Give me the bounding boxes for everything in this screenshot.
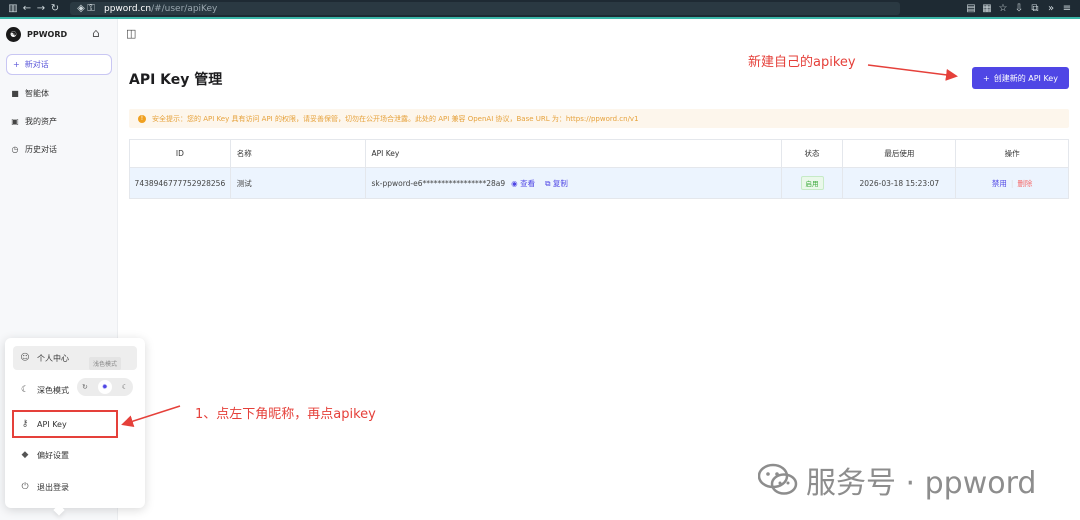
logo-icon: ☯ — [6, 26, 21, 42]
home-icon[interactable]: ⌂ — [92, 26, 100, 40]
star-icon[interactable]: ☆ — [996, 0, 1010, 17]
warning-icon: ! — [138, 114, 146, 123]
column-header-actions: 操作 — [1004, 149, 1020, 158]
action-divider: | — [1010, 178, 1014, 188]
status-badge: 启用 — [800, 176, 824, 190]
moon-small-icon[interactable]: ☾ — [122, 383, 128, 391]
create-button-label: 创建新的 API Key — [993, 73, 1058, 83]
copy-icon: ⧉ — [545, 178, 553, 188]
api-key-table: ID 名称 API Key 状态 最后使用 操作 743894677775292… — [129, 139, 1069, 199]
sidebar-toggle-icon[interactable]: ▥ — [6, 0, 20, 17]
sun-icon[interactable]: ✹ — [97, 380, 112, 394]
new-chat-button[interactable]: + 新对话 — [6, 54, 112, 75]
cell-id: 7438946777752928256 — [130, 168, 231, 198]
column-header-api-key: API Key — [366, 140, 782, 167]
sidebar-item-history[interactable]: ◷ 历史对话 — [10, 142, 110, 156]
moon-icon: ☾ — [20, 385, 30, 395]
reload-icon[interactable]: ↻ — [48, 0, 62, 17]
watermark: 服务号 · ppword — [758, 458, 1036, 502]
disable-button[interactable]: 禁用 — [992, 178, 1007, 189]
asset-icon: ▣ — [11, 116, 19, 126]
annotation-highlight-box — [12, 410, 118, 438]
palette-icon: ◆ — [21, 450, 29, 460]
cell-api-key: sk-ppword-e6*****************28a9 ◉ 查看 ⧉… — [366, 168, 782, 198]
view-label: 查看 — [520, 178, 536, 188]
api-key-value: sk-ppword-e6*****************28a9 — [371, 178, 506, 188]
sidebar-item-label: 智能体 — [25, 88, 49, 98]
notice-text: 安全提示：您的 API Key 具有访问 API 的权限，请妥善保管，切勿在公开… — [152, 114, 639, 123]
sidebar-item-label: 历史对话 — [25, 144, 57, 154]
power-icon: ⏻ — [21, 482, 29, 492]
sidebar-item-label: 我的资产 — [25, 116, 57, 126]
lock-icon: ⚿ — [87, 3, 95, 14]
menu-item-logout[interactable]: ⏻ 退出登录 — [13, 475, 137, 499]
delete-button[interactable]: 删除 — [1017, 178, 1032, 189]
new-chat-label: 新对话 — [24, 60, 49, 69]
qr-icon[interactable]: ▦ — [980, 0, 994, 17]
security-notice: ! 安全提示：您的 API Key 具有访问 API 的权限，请妥善保管，切勿在… — [129, 109, 1069, 128]
theme-tooltip: 浅色模式 — [89, 357, 122, 370]
eye-icon: ◉ — [511, 178, 521, 188]
annotation-steps: 1、点左下角昵称，再点apikey — [195, 407, 376, 422]
panel-toggle-icon[interactable]: ◫ — [126, 27, 136, 40]
url-domain: ppword.cn — [104, 3, 152, 14]
cell-actions: 禁用 | 删除 — [956, 168, 1068, 198]
cell-name: 测试 — [231, 168, 366, 198]
column-header-last-used: 最后使用 — [843, 140, 957, 167]
url-path: /#/user/apiKey — [151, 3, 218, 14]
clock-icon: ◷ — [11, 144, 19, 154]
menu-item-label: 偏好设置 — [37, 450, 69, 460]
wechat-icon — [758, 463, 798, 495]
create-api-key-button[interactable]: + 创建新的 API Key — [972, 67, 1069, 89]
menu-icon[interactable]: ≡ — [1060, 0, 1074, 17]
column-header-name: 名称 — [231, 140, 366, 167]
reader-icon[interactable]: ▤ — [964, 0, 978, 17]
cell-status: 启用 — [782, 168, 844, 198]
copy-label: 复制 — [552, 178, 568, 188]
arrow-to-create-button — [867, 64, 958, 81]
sidebar-item-assets[interactable]: ▣ 我的资产 — [10, 114, 110, 128]
annotation-create-key: 新建自己的apikey — [748, 55, 856, 70]
browser-toolbar: ▥ ← → ↻ ◈ ⚿ ppword.cn/#/user/apiKey ▤ ▦ … — [0, 0, 1080, 17]
logo-text: PPWORD — [27, 29, 68, 39]
more-icon[interactable]: » — [1044, 0, 1058, 17]
plus-icon: + — [13, 60, 20, 69]
column-header-id: ID — [130, 140, 231, 167]
shield-icon: ◈ — [77, 3, 85, 14]
menu-item-preferences[interactable]: ◆ 偏好设置 — [13, 443, 137, 467]
auto-theme-icon[interactable]: ↻ — [82, 383, 88, 391]
view-key-button[interactable]: ◉ 查看 — [511, 178, 535, 189]
table-header: ID 名称 API Key 状态 最后使用 操作 — [130, 140, 1068, 168]
table-row: 7438946777752928256 测试 sk-ppword-e6*****… — [130, 168, 1068, 198]
plus-icon: + — [983, 73, 990, 83]
page-title: API Key 管理 — [129, 72, 223, 88]
address-bar[interactable]: ◈ ⚿ ppword.cn/#/user/apiKey — [70, 2, 900, 15]
column-header-status: 状态 — [782, 140, 844, 167]
back-icon[interactable]: ← — [20, 0, 34, 17]
sidebar-item-agents[interactable]: ■ 智能体 — [10, 86, 110, 100]
copy-key-button[interactable]: ⧉ 复制 — [545, 178, 568, 189]
theme-toggle[interactable]: ↻ ✹ ☾ — [77, 378, 133, 396]
forward-icon[interactable]: → — [34, 0, 48, 17]
user-icon: ☺ — [20, 353, 30, 363]
bag-icon: ■ — [11, 88, 19, 98]
menu-item-label: 退出登录 — [37, 482, 69, 492]
page-accent-line — [0, 17, 1080, 19]
menu-item-label: 个人中心 — [37, 353, 69, 363]
watermark-text: 服务号 · ppword — [806, 466, 1037, 501]
cell-last-used: 2026-03-18 15:23:07 — [843, 168, 957, 198]
download-icon[interactable]: ⇩ — [1012, 0, 1026, 17]
menu-item-label: 深色模式 — [37, 385, 69, 395]
extension-icon[interactable]: ⧉ — [1028, 0, 1042, 17]
